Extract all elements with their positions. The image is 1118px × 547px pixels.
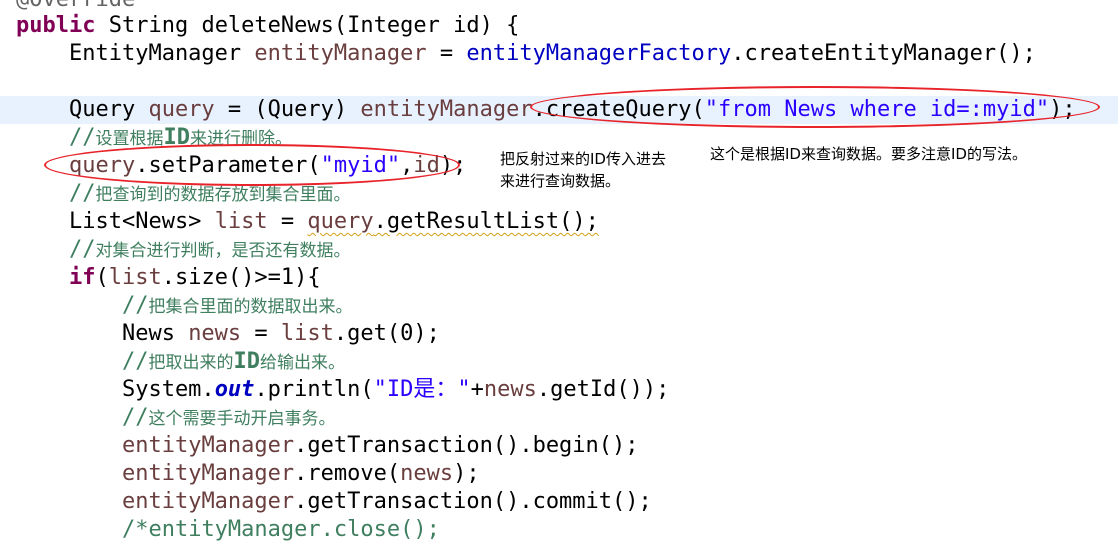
local-variable: entityManager (121, 489, 295, 514)
local-variable: list (108, 265, 162, 290)
code-token: = (241, 321, 281, 346)
code-token: .getTransaction().begin(); (294, 433, 639, 458)
code-line-get-result-list: List<News> list = query.getResultList(); (0, 208, 599, 236)
code-token: .createEntityManager(); (731, 41, 1036, 66)
static-field-out: out (214, 377, 255, 402)
code-token: EntityManager (16, 41, 255, 66)
comment-slashes: // (68, 125, 96, 150)
code-line-method-signature: public String deleteNews(Integer id) { (0, 12, 519, 40)
code-token: .getResultList(); (373, 209, 599, 234)
comment-text: 把取出来的 (148, 353, 234, 373)
string-literal-output: "ID是：" (373, 377, 471, 402)
code-line-comment: //这个需要手动开启事务。 (0, 404, 336, 432)
code-line-comment: //把取出来的ID给输出来。 (0, 348, 345, 376)
annotation-override: @Override (0, 0, 135, 12)
local-variable: entityManager (121, 433, 295, 458)
code-token: .remove( (294, 461, 401, 486)
code-token: ); (453, 461, 480, 486)
code-editor[interactable]: @Override public String deleteNews(Integ… (0, 0, 1118, 547)
code-token: = (Query) (214, 97, 361, 122)
note-query-by-id: 这个是根据ID来查询数据。要多注意ID的写法。 (710, 145, 1027, 163)
local-variable: news (483, 377, 537, 402)
code-token: + (470, 377, 484, 402)
comment-slashes: // (121, 293, 149, 318)
local-variable: query (307, 209, 374, 234)
comment-text: 这个需要手动开启事务。 (148, 409, 336, 429)
code-token: = (426, 41, 467, 66)
local-variable: entityManager (121, 461, 295, 486)
red-ellipse-set-parameter (44, 144, 460, 186)
local-variable: entityManager (254, 41, 427, 66)
code-line-commit-transaction: entityManager.getTransaction().commit(); (0, 488, 652, 516)
code-token: List<News> (16, 209, 215, 234)
comment-slashes: // (121, 349, 149, 374)
code-token: = (267, 209, 308, 234)
code-line-create-entity-manager: EntityManager entityManager = entityMana… (0, 40, 1036, 68)
code-token: .get(0); (333, 321, 440, 346)
code-line-block-comment: /*entityManager.close(); (0, 516, 440, 544)
code-token: .size()>=1){ (161, 265, 321, 290)
field-reference: entityManagerFactory (466, 41, 732, 66)
local-variable: list (214, 209, 268, 234)
code-token: News (16, 321, 189, 346)
code-line-comment: //对集合进行判断，是否还有数据。 (0, 236, 351, 264)
local-variable: list (280, 321, 334, 346)
code-token: .println( (254, 377, 374, 402)
comment-text: 给输出来。 (259, 353, 345, 373)
code-token: .getTransaction().commit(); (294, 489, 652, 514)
code-line-begin-transaction: entityManager.getTransaction().begin(); (0, 432, 639, 460)
local-variable: news (188, 321, 242, 346)
comment-text: 把集合里面的数据取出来。 (148, 297, 353, 317)
code-line-get-news: News news = list.get(0); (0, 320, 440, 348)
keyword-if: if (68, 265, 96, 290)
method-signature-text: String deleteNews(Integer id) { (95, 13, 520, 38)
comment-slashes: // (68, 181, 96, 206)
red-ellipse-create-query (530, 86, 1100, 128)
code-token: System. (16, 377, 215, 402)
local-variable: news (400, 461, 454, 486)
comment-text: 对集合进行判断，是否还有数据。 (95, 241, 351, 261)
comment-text: /*entityManager.close(); (121, 517, 440, 542)
keyword-public: public (16, 13, 96, 38)
note-pass-id: 把反射过来的ID传入进去 来进行查询数据。 (500, 150, 666, 190)
comment-slashes: // (68, 237, 96, 262)
local-variable: query (148, 97, 215, 122)
code-line-println: System.out.println("ID是："+news.getId()); (0, 376, 669, 404)
comment-slashes: // (121, 405, 149, 430)
local-variable: entityManager (360, 97, 533, 122)
code-token: .getId()); (536, 377, 670, 402)
comment-code: ID (233, 349, 260, 374)
code-token: Query (16, 97, 149, 122)
code-line-comment: //把集合里面的数据取出来。 (0, 292, 353, 320)
code-token: ( (95, 265, 109, 290)
comment-text: 把查询到的数据存放到集合里面。 (95, 185, 351, 205)
code-line-remove: entityManager.remove(news); (0, 460, 480, 488)
code-line-if-statement: if(list.size()>=1){ (0, 264, 321, 292)
